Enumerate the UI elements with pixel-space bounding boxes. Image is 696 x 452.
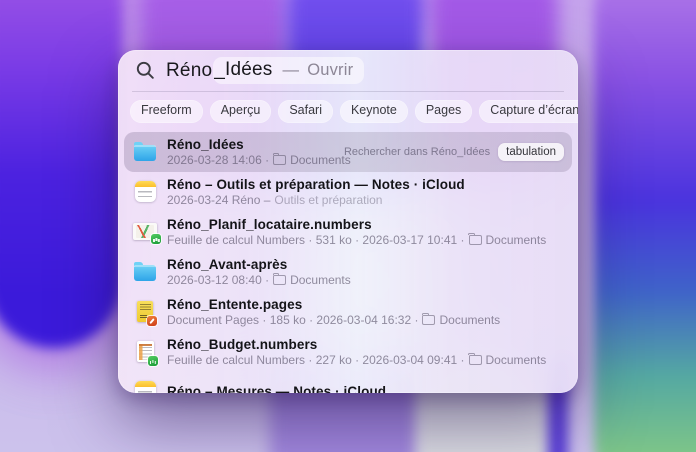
result-title: Réno – Mesures — Notes · iCloud xyxy=(167,384,386,393)
notes-icon xyxy=(132,179,158,204)
result-row[interactable]: Réno_Budget.numbers Feuille de calcul Nu… xyxy=(124,332,572,372)
numbers-app-badge xyxy=(151,234,161,244)
search-typed-text: Réno xyxy=(166,60,212,82)
result-subtitle: 2026-03-28 14:06 · Documents xyxy=(167,153,335,167)
folder-icon xyxy=(132,259,158,284)
folder-mini-icon xyxy=(469,235,482,245)
spotlight-window: Réno_Idées —Ouvrir Freeform Aperçu Safari… xyxy=(118,50,578,393)
numbers-file-icon xyxy=(132,219,158,244)
results-list: Réno_Idées 2026-03-28 14:06 · Documents … xyxy=(118,130,578,393)
folder-mini-icon xyxy=(273,155,286,165)
result-title: Réno_Idées xyxy=(167,137,335,152)
numbers-app-badge xyxy=(148,356,158,366)
result-subtitle: 2026-03-24 Réno – Outils et préparation xyxy=(167,193,465,207)
search-bar[interactable]: Réno_Idées —Ouvrir xyxy=(118,50,578,91)
result-row[interactable]: Réno – Mesures — Notes · iCloud xyxy=(124,372,572,393)
result-title: Réno – Outils et préparation — Notes · i… xyxy=(167,177,465,192)
filter-chip-freeform[interactable]: Freeform xyxy=(130,100,203,123)
filter-chip-apercu[interactable]: Aperçu xyxy=(210,100,272,123)
result-row[interactable]: Réno_Planif_locataire.numbers Feuille de… xyxy=(124,212,572,252)
result-subtitle: Feuille de calcul Numbers · 227 ko · 202… xyxy=(167,353,546,367)
folder-mini-icon xyxy=(422,315,435,325)
result-row[interactable]: Réno – Outils et préparation — Notes · i… xyxy=(124,172,572,212)
tab-key-badge: tabulation xyxy=(498,143,564,161)
result-title: Réno_Budget.numbers xyxy=(167,337,546,352)
filter-chip-safari[interactable]: Safari xyxy=(278,100,333,123)
pages-file-icon xyxy=(132,299,158,324)
filter-chip-keynote[interactable]: Keynote xyxy=(340,100,408,123)
numbers-file-icon xyxy=(132,339,158,364)
search-completion-text: _Idées xyxy=(214,59,272,81)
result-title: Réno_Planif_locataire.numbers xyxy=(167,217,546,232)
result-subtitle: Document Pages · 185 ko · 2026-03-04 16:… xyxy=(167,313,500,327)
search-in-folder-hint: Rechercher dans Réno_Idées xyxy=(344,146,490,158)
search-icon xyxy=(136,61,155,80)
result-subtitle: Feuille de calcul Numbers · 531 ko · 202… xyxy=(167,233,546,247)
result-title: Réno_Avant-après xyxy=(167,257,351,272)
folder-mini-icon xyxy=(469,355,482,365)
result-row[interactable]: Réno_Idées 2026-03-28 14:06 · Documents … xyxy=(124,132,572,172)
filter-chip-capture-decran[interactable]: Capture d’écran xyxy=(479,100,578,123)
filter-chip-pages[interactable]: Pages xyxy=(415,100,472,123)
result-row[interactable]: Réno_Avant-après 2026-03-12 08:40 · Docu… xyxy=(124,252,572,292)
wallpaper-shape xyxy=(594,0,696,452)
folder-mini-icon xyxy=(273,275,286,285)
search-completion-pill: _Idées —Ouvrir xyxy=(213,57,364,84)
app-filter-bar: Freeform Aperçu Safari Keynote Pages Cap… xyxy=(118,92,578,130)
pages-app-badge xyxy=(147,316,157,326)
result-title: Réno_Entente.pages xyxy=(167,297,500,312)
result-subtitle: 2026-03-12 08:40 · Documents xyxy=(167,273,351,287)
result-row[interactable]: Réno_Entente.pages Document Pages · 185 … xyxy=(124,292,572,332)
search-input[interactable]: Réno_Idées —Ouvrir xyxy=(166,57,364,84)
desktop: Réno_Idées —Ouvrir Freeform Aperçu Safari… xyxy=(0,0,696,452)
folder-icon xyxy=(132,139,158,164)
wallpaper-shape xyxy=(0,0,122,348)
notes-icon xyxy=(132,379,158,393)
search-action-hint: —Ouvrir xyxy=(282,61,353,80)
